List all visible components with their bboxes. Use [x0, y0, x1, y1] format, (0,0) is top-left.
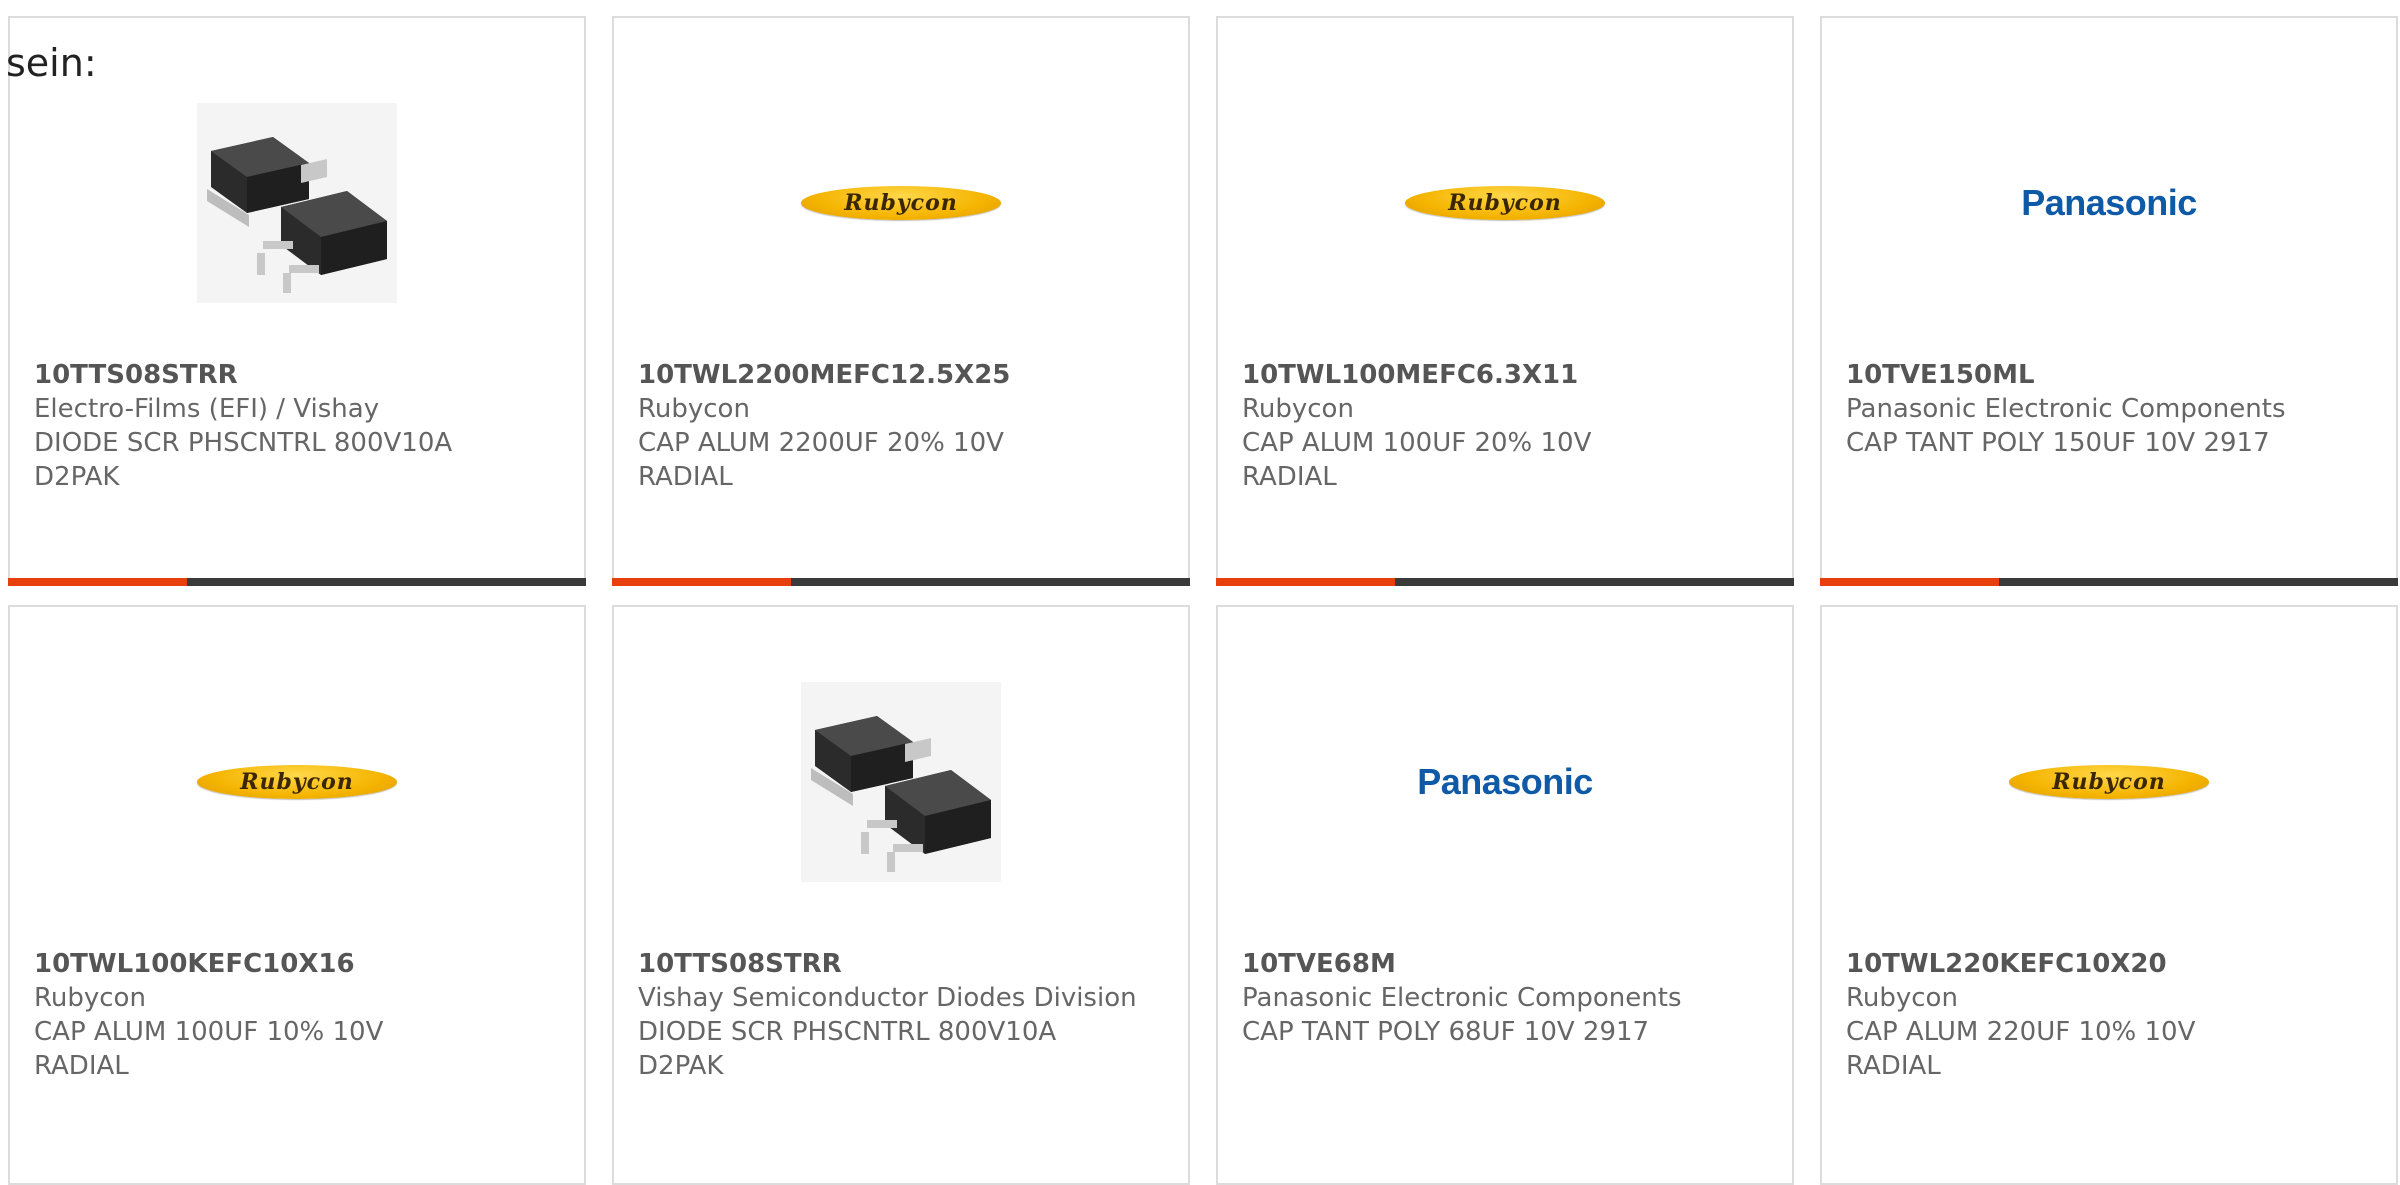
product-card[interactable]: Panasonic 10TVE68M Panasonic Electronic …: [1216, 605, 1794, 1185]
product-image[interactable]: Panasonic: [1218, 667, 1792, 897]
manufacturer: Electro-Films (EFI) / Vishay: [34, 394, 380, 424]
description-line: CAP TANT POLY 150UF 10V 2917: [1846, 428, 2270, 458]
manufacturer: Vishay Semiconductor Diodes Division: [638, 983, 1137, 1013]
product-info: 10TVE68M Panasonic Electronic Components…: [1242, 947, 1772, 1049]
d2pak-package-icon: [801, 682, 1001, 882]
product-info: 10TTS08STRR Electro-Films (EFI) / Vishay…: [34, 358, 564, 494]
progress-bar-fill: [8, 578, 188, 586]
product-info: 10TWL100KEFC10X16 Rubycon CAP ALUM 100UF…: [34, 947, 564, 1083]
product-card[interactable]: Panasonic 10TVE150ML Panasonic Electroni…: [1820, 16, 2398, 586]
progress-bar-fill: [612, 578, 792, 586]
part-number[interactable]: 10TWL100MEFC6.3X11: [1242, 358, 1772, 392]
product-card[interactable]: Rubycon 10TWL100MEFC6.3X11 Rubycon CAP A…: [1216, 16, 1794, 586]
part-number[interactable]: 10TVE150ML: [1846, 358, 2376, 392]
rubycon-logo: Rubycon: [1405, 186, 1605, 220]
part-number[interactable]: 10TVE68M: [1242, 947, 1772, 981]
manufacturer: Rubycon: [1242, 394, 1354, 424]
description-line: RADIAL: [638, 462, 733, 492]
panasonic-logo: Panasonic: [1417, 761, 1593, 802]
panasonic-logo: Panasonic: [2021, 182, 2197, 223]
product-info: 10TWL220KEFC10X20 Rubycon CAP ALUM 220UF…: [1846, 947, 2376, 1083]
product-info: 10TWL2200MEFC12.5X25 Rubycon CAP ALUM 22…: [638, 358, 1168, 494]
part-number[interactable]: 10TWL100KEFC10X16: [34, 947, 564, 981]
product-card[interactable]: Rubycon 10TWL100KEFC10X16 Rubycon CAP AL…: [8, 605, 586, 1185]
part-number[interactable]: 10TWL220KEFC10X20: [1846, 947, 2376, 981]
progress-bar-fill: [1820, 578, 2000, 586]
product-image[interactable]: Rubycon: [1218, 88, 1792, 318]
rubycon-logo: Rubycon: [801, 186, 1001, 220]
description-line: DIODE SCR PHSCNTRL 800V10A: [638, 1017, 1057, 1047]
description-line: CAP TANT POLY 68UF 10V 2917: [1242, 1017, 1650, 1047]
part-number[interactable]: 10TWL2200MEFC12.5X25: [638, 358, 1168, 392]
manufacturer: Rubycon: [34, 983, 146, 1013]
prefix-text: sein:: [6, 41, 97, 85]
product-info: 10TVE150ML Panasonic Electronic Componen…: [1846, 358, 2376, 460]
progress-bar: [1216, 578, 1794, 586]
progress-bar: [612, 578, 1190, 586]
product-card[interactable]: Rubycon 10TWL220KEFC10X20 Rubycon CAP AL…: [1820, 605, 2398, 1185]
product-info: 10TTS08STRR Vishay Semiconductor Diodes …: [638, 947, 1168, 1083]
rubycon-logo: Rubycon: [197, 765, 397, 799]
d2pak-package-icon: [197, 103, 397, 303]
rubycon-logo: Rubycon: [2009, 765, 2209, 799]
description-line: DIODE SCR PHSCNTRL 800V10A: [34, 428, 453, 458]
manufacturer: Panasonic Electronic Components: [1846, 394, 2286, 424]
product-image[interactable]: Rubycon: [10, 667, 584, 897]
manufacturer: Rubycon: [638, 394, 750, 424]
description-line: CAP ALUM 100UF 20% 10V: [1242, 428, 1592, 458]
product-grid: 10TTS08STRR Electro-Films (EFI) / Vishay…: [0, 0, 2400, 1185]
description-line: D2PAK: [638, 1051, 724, 1081]
part-number[interactable]: 10TTS08STRR: [638, 947, 1168, 981]
part-number[interactable]: 10TTS08STRR: [34, 358, 564, 392]
progress-bar: [8, 578, 586, 586]
progress-bar: [1820, 578, 2398, 586]
manufacturer: Rubycon: [1846, 983, 1958, 1013]
description-line: CAP ALUM 220UF 10% 10V: [1846, 1017, 2196, 1047]
manufacturer: Panasonic Electronic Components: [1242, 983, 1682, 1013]
description-line: RADIAL: [34, 1051, 129, 1081]
description-line: RADIAL: [1846, 1051, 1941, 1081]
product-image[interactable]: Rubycon: [1822, 667, 2396, 897]
product-image[interactable]: [614, 667, 1188, 897]
product-image[interactable]: Rubycon: [614, 88, 1188, 318]
product-card[interactable]: 10TTS08STRR Vishay Semiconductor Diodes …: [612, 605, 1190, 1185]
description-line: D2PAK: [34, 462, 120, 492]
product-image[interactable]: Panasonic: [1822, 88, 2396, 318]
product-card[interactable]: Rubycon 10TWL2200MEFC12.5X25 Rubycon CAP…: [612, 16, 1190, 586]
description-line: RADIAL: [1242, 462, 1337, 492]
product-info: 10TWL100MEFC6.3X11 Rubycon CAP ALUM 100U…: [1242, 358, 1772, 494]
progress-bar-fill: [1216, 578, 1396, 586]
product-card[interactable]: 10TTS08STRR Electro-Films (EFI) / Vishay…: [8, 16, 586, 586]
description-line: CAP ALUM 100UF 10% 10V: [34, 1017, 384, 1047]
description-line: CAP ALUM 2200UF 20% 10V: [638, 428, 1004, 458]
product-image[interactable]: [10, 88, 584, 318]
